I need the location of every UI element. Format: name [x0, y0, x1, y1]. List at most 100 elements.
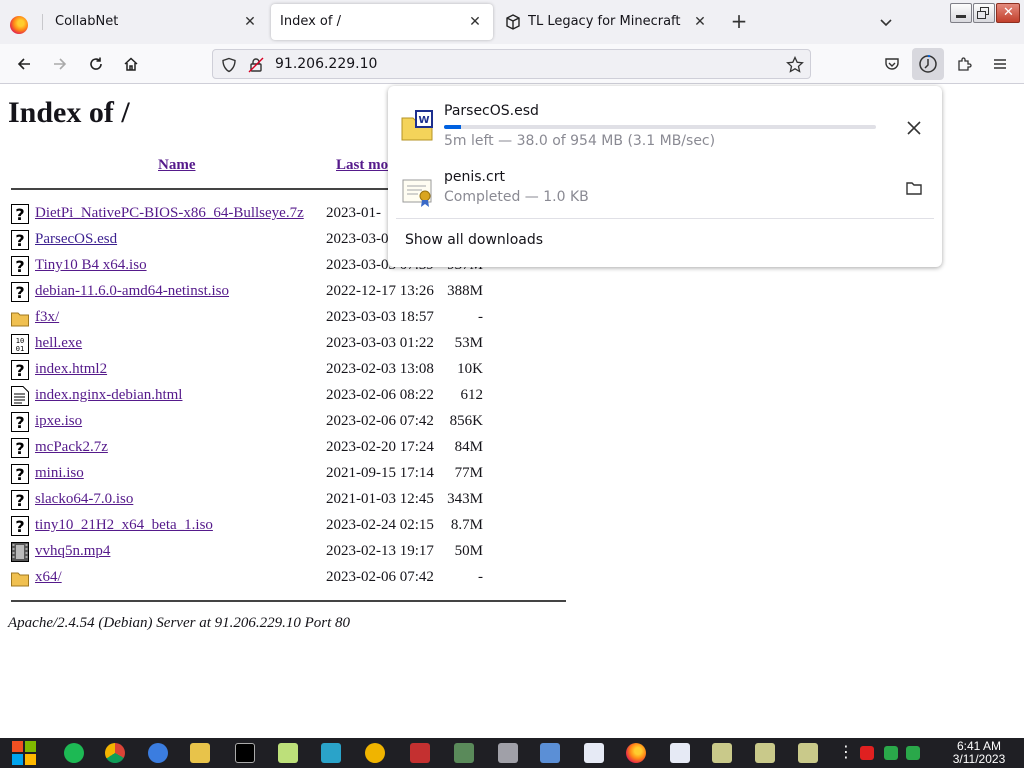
- column-header-last-modified[interactable]: Last mo: [336, 157, 388, 174]
- network-icon[interactable]: [540, 743, 560, 763]
- tab-collabnet[interactable]: CollabNet ✕: [0, 4, 268, 40]
- close-window-button[interactable]: ✕: [996, 3, 1020, 23]
- file-link[interactable]: x64/: [35, 569, 62, 586]
- pocket-button[interactable]: [880, 52, 904, 76]
- unknown-file-icon: ?: [11, 438, 29, 458]
- cancel-download-button[interactable]: [904, 118, 924, 138]
- document-icon[interactable]: [584, 743, 604, 763]
- notepad-icon[interactable]: [278, 743, 298, 763]
- file-link[interactable]: hell.exe: [35, 335, 82, 352]
- table-row: ? mini.iso 2021-09-15 17:14 77M: [11, 462, 571, 486]
- file-size: 856K: [449, 413, 483, 429]
- terminal-icon[interactable]: [321, 743, 341, 763]
- file-link[interactable]: ipxe.iso: [35, 413, 82, 430]
- chrome-icon[interactable]: [105, 743, 125, 763]
- unknown-app-icon[interactable]: [798, 743, 818, 763]
- page-title: Index of /: [8, 96, 130, 129]
- unknown-file-icon: ?: [11, 360, 29, 380]
- folder-icon: [906, 182, 922, 195]
- close-tab-icon[interactable]: ✕: [467, 14, 483, 30]
- tab-title: Index of /: [280, 14, 341, 29]
- minimize-button[interactable]: [950, 3, 972, 23]
- shield-icon[interactable]: [221, 57, 237, 73]
- file-size: 10K: [457, 361, 483, 377]
- file-size: 84M: [454, 439, 483, 455]
- file-link[interactable]: tiny10_21H2_x64_beta_1.iso: [35, 517, 213, 534]
- forward-arrow-icon: [54, 58, 67, 70]
- column-header-name[interactable]: Name: [158, 157, 196, 174]
- file-date: 2023-02-20 17:24: [326, 439, 434, 455]
- printer-icon[interactable]: [498, 743, 518, 763]
- file-size: 388M: [447, 283, 483, 299]
- table-row: ? debian-11.6.0-amd64-netinst.iso 2022-12-…: [11, 280, 571, 304]
- tab-index-of[interactable]: Index of / ✕: [271, 4, 493, 40]
- remote-desktop-icon[interactable]: [454, 743, 474, 763]
- file-date: 2023-02-03 13:08: [326, 361, 434, 377]
- table-row: ? slacko64-7.0.iso 2021-01-03 12:45 343M: [11, 488, 571, 512]
- file-link[interactable]: mini.iso: [35, 465, 84, 482]
- spotify-icon[interactable]: [64, 743, 84, 763]
- close-tab-icon[interactable]: ✕: [242, 14, 258, 30]
- download-item[interactable]: penis.crt Completed — 1.0 KB: [388, 160, 942, 226]
- certificate-file-icon: [402, 179, 432, 207]
- command-prompt-icon[interactable]: [235, 743, 255, 763]
- downloads-button[interactable]: [912, 48, 944, 80]
- start-button[interactable]: [10, 739, 38, 767]
- file-link[interactable]: slacko64-7.0.iso: [35, 491, 133, 508]
- app-yellow-icon[interactable]: [365, 743, 385, 763]
- menu-button[interactable]: [988, 52, 1012, 76]
- url-bar[interactable]: 91.206.229.10: [212, 49, 811, 79]
- unknown-file-icon: ?: [11, 230, 29, 250]
- home-button[interactable]: [119, 52, 143, 76]
- table-row: x64/2023-02-06 07:42 -: [11, 566, 571, 590]
- file-link[interactable]: Tiny10 B4 x64.iso: [35, 257, 147, 274]
- chevron-down-icon[interactable]: [876, 12, 896, 32]
- reload-button[interactable]: [84, 52, 108, 76]
- file-link[interactable]: debian-11.6.0-amd64-netinst.iso: [35, 283, 229, 300]
- app-red-icon[interactable]: [410, 743, 430, 763]
- volume-icon[interactable]: [906, 746, 920, 760]
- svg-text:?: ?: [15, 205, 24, 224]
- file-link[interactable]: mcPack2.7z: [35, 439, 108, 456]
- table-row: 10 01 hell.exe 2023-03-03 01:22 53M: [11, 332, 571, 356]
- unknown-app-icon[interactable]: [755, 743, 775, 763]
- flag-icon[interactable]: [860, 746, 874, 760]
- insecure-lock-icon[interactable]: [248, 57, 264, 73]
- bookmark-star-icon[interactable]: [786, 56, 804, 74]
- close-icon: ✕: [1003, 5, 1014, 20]
- file-size: -: [478, 569, 483, 585]
- new-tab-button[interactable]: +: [728, 11, 750, 33]
- folder-icon: [11, 308, 29, 328]
- system-clock[interactable]: 6:41 AM 3/11/2023: [944, 740, 1014, 766]
- internet-icon[interactable]: [148, 743, 168, 763]
- binary-file-icon: 10 01: [11, 334, 29, 354]
- unknown-app-icon[interactable]: [712, 743, 732, 763]
- file-link[interactable]: vvhq5n.mp4: [35, 543, 110, 560]
- pocket-icon: [885, 58, 899, 70]
- show-in-folder-button[interactable]: [904, 178, 924, 198]
- monitor-icon[interactable]: [884, 746, 898, 760]
- file-link[interactable]: DietPi_NativePC-BIOS-x86_64-Bullseye.7z: [35, 205, 304, 222]
- document-icon[interactable]: [670, 743, 690, 763]
- forward-button[interactable]: [48, 52, 72, 76]
- show-all-downloads-button[interactable]: Show all downloads: [405, 232, 543, 248]
- file-link[interactable]: ParsecOS.esd: [35, 231, 117, 248]
- tab-tl-legacy[interactable]: TL Legacy for Minecraft ✕: [496, 4, 718, 40]
- svg-text:?: ?: [15, 231, 24, 250]
- back-button[interactable]: [12, 52, 36, 76]
- restore-button[interactable]: [973, 3, 995, 23]
- file-date: 2023-02-24 02:15: [326, 517, 434, 533]
- extensions-button[interactable]: [952, 52, 976, 76]
- download-item[interactable]: W ParsecOS.esd 5m left — 38.0 of 954 MB …: [388, 94, 942, 160]
- svg-text:01: 01: [16, 345, 24, 353]
- firefox-taskbar-icon[interactable]: [626, 743, 646, 763]
- svg-text:W: W: [418, 115, 429, 126]
- file-date: 2023-02-06 07:42: [326, 569, 434, 585]
- close-tab-icon[interactable]: ✕: [692, 14, 708, 30]
- file-link[interactable]: f3x/: [35, 309, 59, 326]
- file-link[interactable]: index.nginx-debian.html: [35, 387, 182, 404]
- file-explorer-icon[interactable]: [190, 743, 210, 763]
- tray-overflow-icon[interactable]: ⋮: [838, 744, 854, 760]
- file-link[interactable]: index.html2: [35, 361, 107, 378]
- file-date: 2023-02-06 07:42: [326, 413, 434, 429]
